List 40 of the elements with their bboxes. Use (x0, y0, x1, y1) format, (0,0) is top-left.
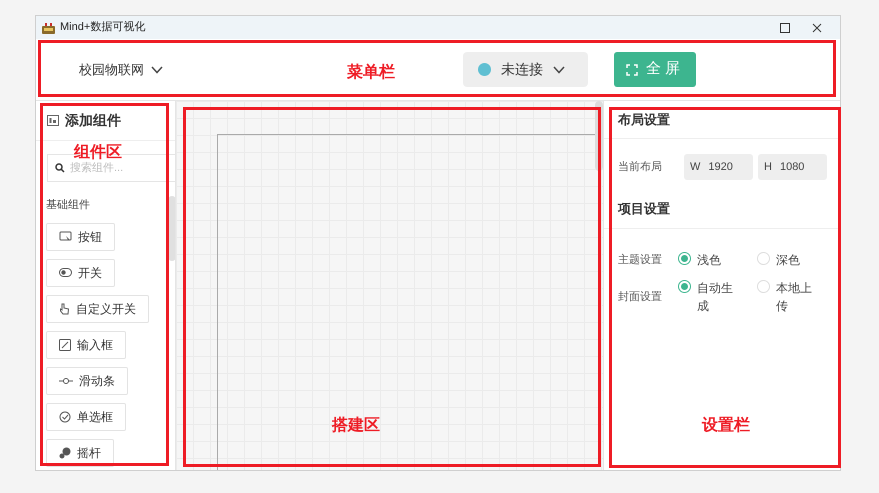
height-field[interactable]: H 1080 (758, 154, 827, 180)
width-field[interactable]: W 1920 (684, 154, 753, 180)
app-logo-icon (42, 22, 55, 34)
radio-option[interactable]: 本地上传 (757, 279, 836, 315)
component-item[interactable]: 自定义开关 (46, 294, 149, 322)
field-label: 封面设置 (618, 290, 663, 305)
slider-icon (59, 376, 73, 384)
chevron-down-icon (553, 66, 565, 74)
connection-dropdown[interactable]: 未连接 (463, 52, 588, 87)
section-label: 基础组件 (46, 198, 91, 213)
hand-icon (59, 302, 70, 314)
field-label: 当前布局 (618, 160, 663, 175)
radio-option[interactable]: 深色 (757, 251, 836, 269)
search-icon (55, 163, 65, 173)
section-title: 布局设置 (618, 110, 670, 129)
input-icon (59, 338, 71, 350)
project-dropdown[interactable]: 校园物联网 (79, 60, 163, 80)
component-item[interactable]: 按钮 (46, 222, 115, 250)
toggle-icon (59, 268, 72, 277)
chevron-down-icon (151, 66, 163, 74)
panel-icon (47, 115, 59, 126)
annotation-label: 菜单栏 (347, 62, 395, 83)
component-item[interactable]: 单选框 (46, 402, 126, 430)
component-item[interactable]: 滑动条 (46, 366, 128, 394)
fullscreen-icon (626, 64, 638, 76)
section-title: 项目设置 (618, 200, 670, 218)
component-item[interactable]: 输入框 (46, 330, 126, 358)
annotation-label: 搭建区 (332, 416, 380, 436)
joystick-icon (59, 446, 71, 458)
radio-option[interactable]: 自动生成 (678, 279, 757, 315)
panel-title: 添加组件 (65, 111, 121, 130)
button-icon (59, 231, 72, 242)
close-icon[interactable] (812, 22, 822, 32)
window-title: Mind+数据可视化 (60, 20, 146, 36)
field-label: 主题设置 (618, 252, 663, 268)
check-circle-icon (59, 410, 71, 422)
radio-option[interactable]: 浅色 (678, 251, 757, 269)
component-item[interactable]: 开关 (46, 258, 115, 286)
annotation-label: 设置栏 (702, 416, 750, 436)
maximize-icon[interactable] (780, 22, 790, 32)
